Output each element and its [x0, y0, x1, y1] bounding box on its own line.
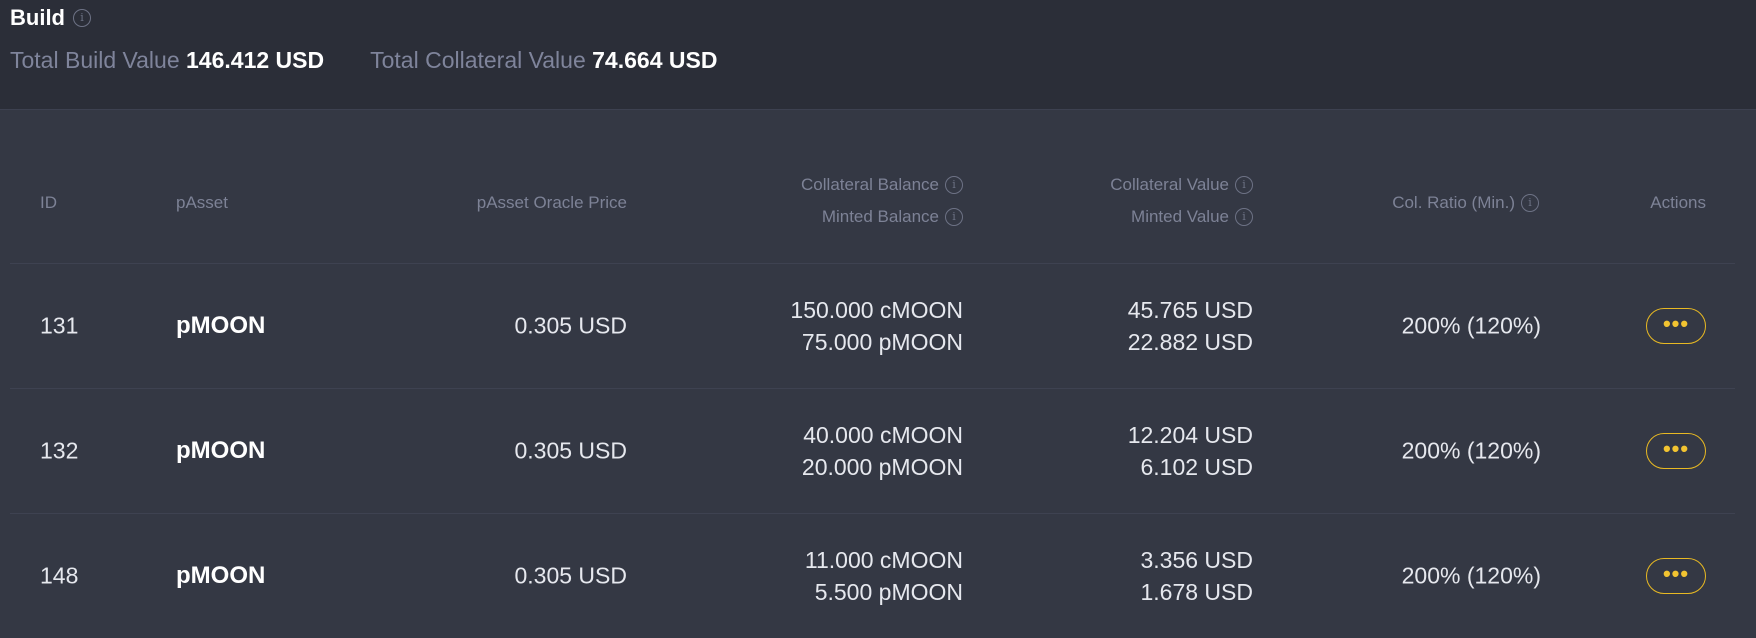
- row-oracle-price: 0.305 USD: [514, 312, 627, 339]
- col-header-minted-balance: Minted Balance i: [801, 201, 963, 233]
- total-build-value: Total Build Value 146.412 USD: [10, 47, 324, 74]
- more-icon: •••: [1662, 436, 1690, 461]
- total-collateral-label: Total Collateral Value: [370, 47, 586, 73]
- row-passet: pMOON: [176, 312, 266, 339]
- col-header-balances: Collateral Balance i Minted Balance i: [801, 169, 963, 233]
- info-icon[interactable]: i: [945, 176, 963, 194]
- info-icon[interactable]: i: [1235, 176, 1253, 194]
- total-collateral-value: Total Collateral Value 74.664 USD: [370, 47, 717, 74]
- col-header-col-ratio-label: Col. Ratio (Min.): [1392, 193, 1515, 212]
- row-minted-balance: 20.000 pMOON: [801, 454, 963, 480]
- table-row: 132 pMOON 0.305 USD 40.000 cMOON 20.000 …: [10, 389, 1735, 514]
- more-actions-button[interactable]: •••: [1646, 433, 1706, 469]
- row-collateral-value: 3.356 USD: [1140, 547, 1253, 573]
- more-icon: •••: [1662, 561, 1690, 586]
- row-minted-value: 22.882 USD: [1127, 329, 1253, 355]
- row-col-ratio: 200% (120%): [1401, 437, 1541, 464]
- table-row: 131 pMOON 0.305 USD 150.000 cMOON 75.000…: [10, 264, 1735, 389]
- table-row: 148 pMOON 0.305 USD 11.000 cMOON 5.500 p…: [10, 514, 1735, 638]
- row-collateral-balance: 150.000 cMOON: [790, 297, 963, 323]
- row-minted-balance: 75.000 pMOON: [801, 329, 963, 355]
- col-header-oracle-price: pAsset Oracle Price: [477, 193, 627, 213]
- row-collateral-balance: 40.000 cMOON: [803, 422, 963, 448]
- row-values: 12.204 USD 6.102 USD: [1128, 419, 1253, 483]
- col-header-actions: Actions: [1650, 193, 1706, 213]
- col-header-id: ID: [40, 193, 57, 213]
- row-oracle-price: 0.305 USD: [514, 562, 627, 589]
- row-minted-value: 6.102 USD: [1140, 454, 1253, 480]
- more-actions-button[interactable]: •••: [1646, 558, 1706, 594]
- col-header-collateral-balance: Collateral Balance i: [801, 169, 963, 201]
- col-header-actions-label: Actions: [1650, 193, 1706, 212]
- positions-table: ID pAsset pAsset Oracle Price Collateral…: [10, 145, 1735, 638]
- more-icon: •••: [1662, 311, 1690, 336]
- row-id: 132: [40, 437, 79, 464]
- col-header-collateral-value-label: Collateral Value: [1110, 175, 1229, 194]
- row-collateral-value: 45.765 USD: [1127, 297, 1253, 323]
- row-actions: •••: [1646, 308, 1706, 344]
- row-balances: 40.000 cMOON 20.000 pMOON: [802, 419, 963, 483]
- col-header-passet: pAsset: [176, 193, 228, 213]
- info-icon[interactable]: i: [73, 9, 91, 27]
- row-minted-value: 1.678 USD: [1140, 579, 1253, 605]
- col-header-collateral-balance-label: Collateral Balance: [801, 175, 939, 194]
- totals-bar: Total Build Value 146.412 USD Total Coll…: [10, 47, 717, 74]
- row-collateral-value: 12.204 USD: [1127, 422, 1253, 448]
- row-col-ratio: 200% (120%): [1401, 562, 1541, 589]
- col-header-minted-value: Minted Value i: [1110, 201, 1253, 233]
- row-id: 131: [40, 312, 79, 339]
- col-header-id-label: ID: [40, 193, 57, 212]
- row-passet: pMOON: [176, 437, 266, 464]
- col-header-col-ratio: Col. Ratio (Min.) i: [1392, 193, 1539, 213]
- col-header-oracle-price-label: pAsset Oracle Price: [476, 193, 627, 212]
- col-header-collateral-value: Collateral Value i: [1110, 169, 1253, 201]
- row-col-ratio: 200% (120%): [1401, 312, 1541, 339]
- build-summary-header: Build i Total Build Value 146.412 USD To…: [0, 0, 1756, 110]
- row-balances: 150.000 cMOON 75.000 pMOON: [790, 294, 963, 358]
- row-actions: •••: [1646, 558, 1706, 594]
- table-header: ID pAsset pAsset Oracle Price Collateral…: [10, 145, 1735, 264]
- info-icon[interactable]: i: [1235, 208, 1253, 226]
- row-minted-balance: 5.500 pMOON: [814, 579, 963, 605]
- total-collateral-amount: 74.664 USD: [592, 47, 718, 73]
- col-header-minted-balance-label: Minted Balance: [821, 207, 939, 226]
- col-header-passet-label: pAsset: [176, 193, 228, 212]
- total-build-amount: 146.412 USD: [186, 47, 325, 73]
- info-icon[interactable]: i: [1521, 194, 1539, 212]
- row-oracle-price: 0.305 USD: [514, 437, 627, 464]
- col-header-minted-value-label: Minted Value: [1131, 207, 1229, 226]
- row-balances: 11.000 cMOON 5.500 pMOON: [805, 544, 963, 608]
- page-title: Build: [10, 5, 65, 30]
- row-values: 3.356 USD 1.678 USD: [1140, 544, 1253, 608]
- row-passet: pMOON: [176, 562, 266, 589]
- build-section-title: Build i: [10, 5, 91, 31]
- info-icon[interactable]: i: [945, 208, 963, 226]
- row-values: 45.765 USD 22.882 USD: [1128, 294, 1253, 358]
- row-actions: •••: [1646, 433, 1706, 469]
- col-header-values: Collateral Value i Minted Value i: [1110, 169, 1253, 233]
- row-collateral-balance: 11.000 cMOON: [804, 547, 963, 573]
- row-id: 148: [40, 562, 79, 589]
- total-build-label: Total Build Value: [10, 47, 180, 73]
- more-actions-button[interactable]: •••: [1646, 308, 1706, 344]
